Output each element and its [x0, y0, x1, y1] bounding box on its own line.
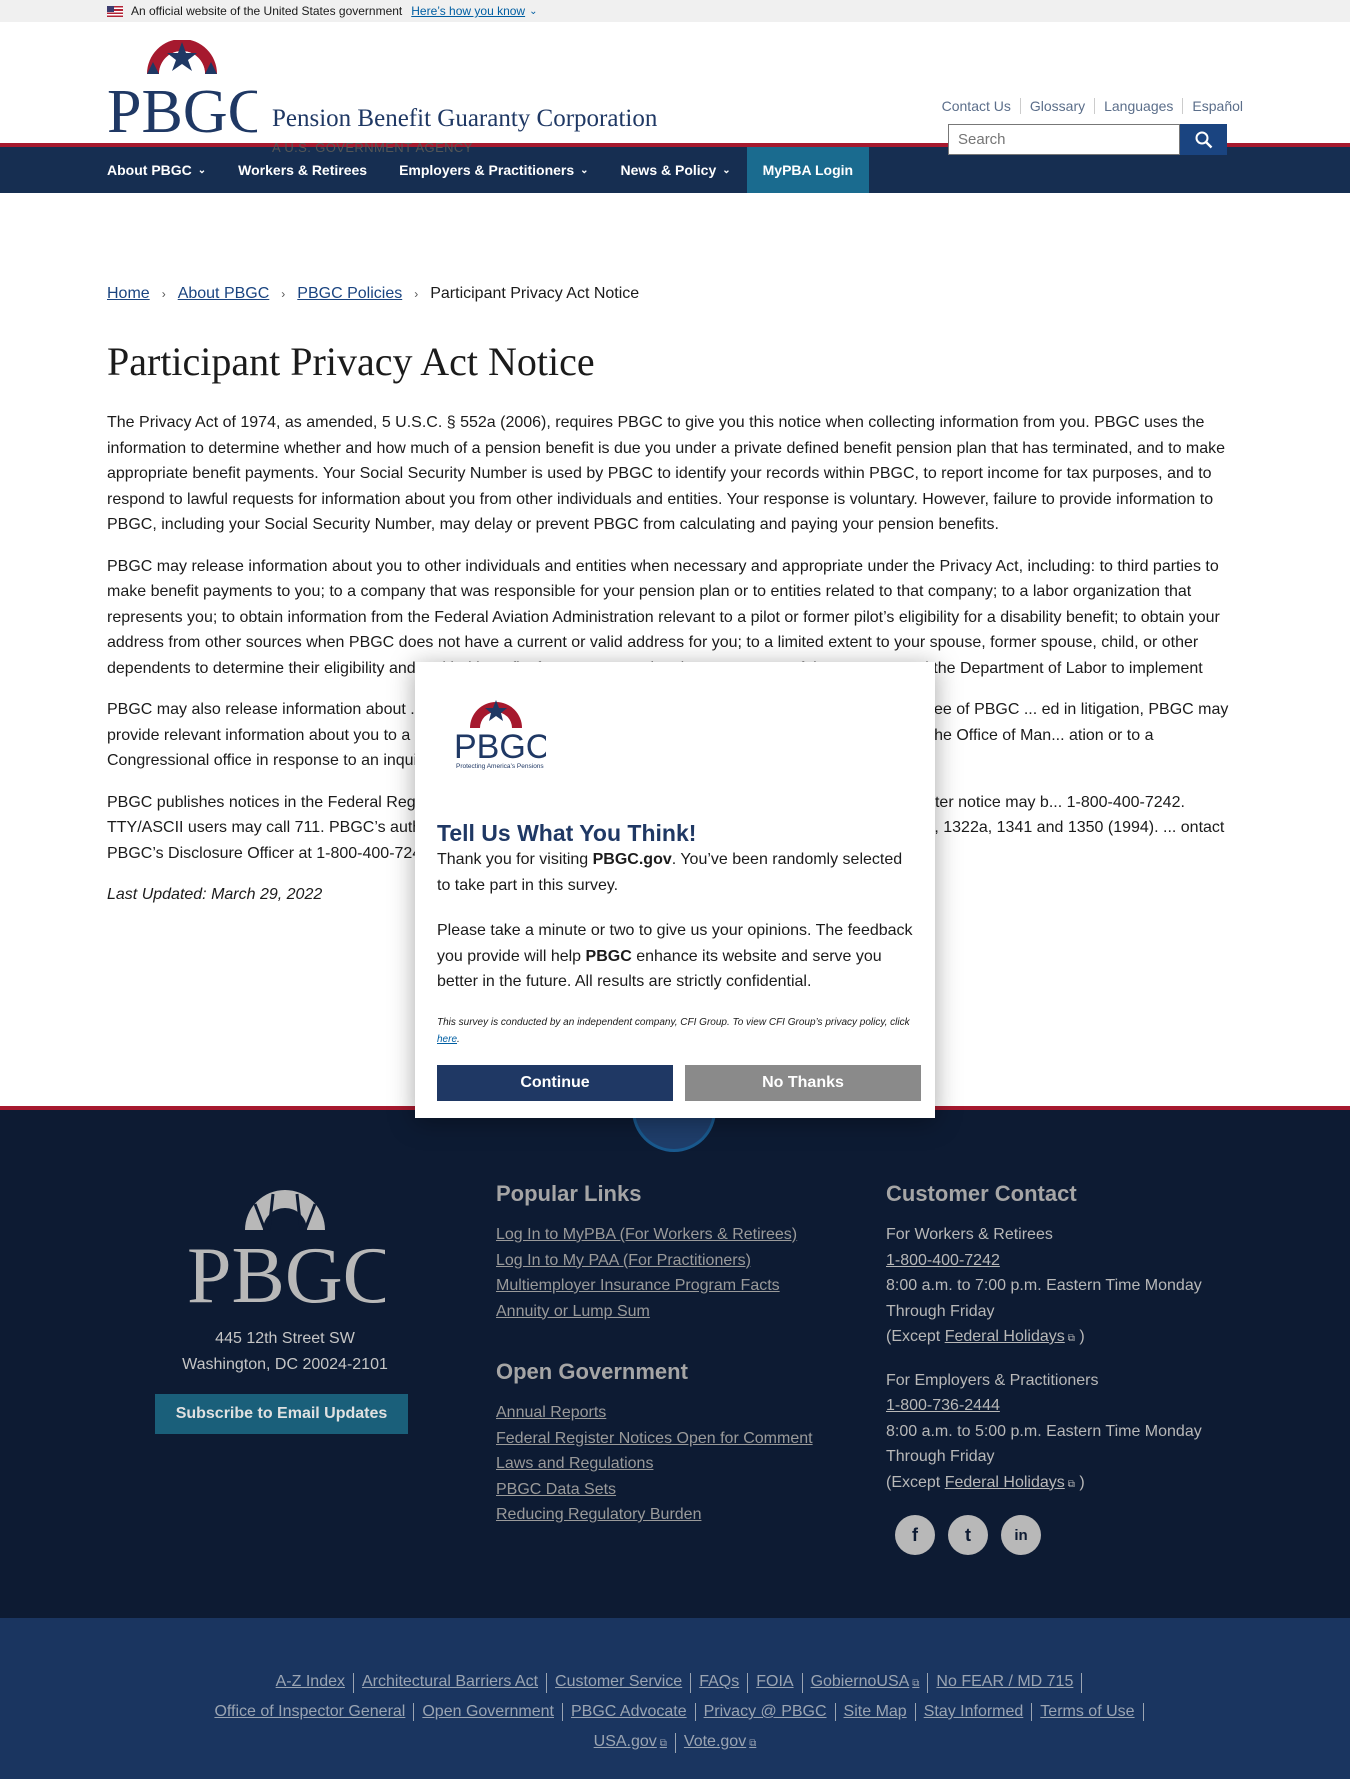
text-bold: PBGC.gov	[592, 851, 672, 868]
survey-body: Thank you for visiting PBGC.gov. You’ve …	[437, 847, 917, 1015]
text: This survey is conducted by an independe…	[437, 1017, 910, 1028]
privacy-policy-link[interactable]: here	[437, 1034, 457, 1045]
survey-fine-print: This survey is conducted by an independe…	[437, 1014, 917, 1048]
survey-paragraph-1: Thank you for visiting PBGC.gov. You’ve …	[437, 847, 917, 898]
survey-modal: PBGC Protecting America’s Pensions Tell …	[415, 662, 935, 1118]
text: Thank you for visiting	[437, 851, 593, 868]
svg-text:PBGC: PBGC	[454, 728, 546, 766]
survey-title: Tell Us What You Think!	[437, 820, 697, 846]
text-bold: PBGC	[585, 947, 632, 965]
no-thanks-button[interactable]: No Thanks	[685, 1065, 921, 1101]
survey-overlay: PBGC Protecting America’s Pensions Tell …	[0, 0, 1350, 1779]
survey-paragraph-2: Please take a minute or two to give us y…	[437, 918, 917, 995]
modal-pbgc-logo: PBGC Protecting America’s Pensions	[454, 700, 546, 770]
modal-logo-tagline: Protecting America’s Pensions	[456, 763, 544, 770]
text: .	[457, 1034, 460, 1045]
continue-button[interactable]: Continue	[437, 1065, 673, 1101]
